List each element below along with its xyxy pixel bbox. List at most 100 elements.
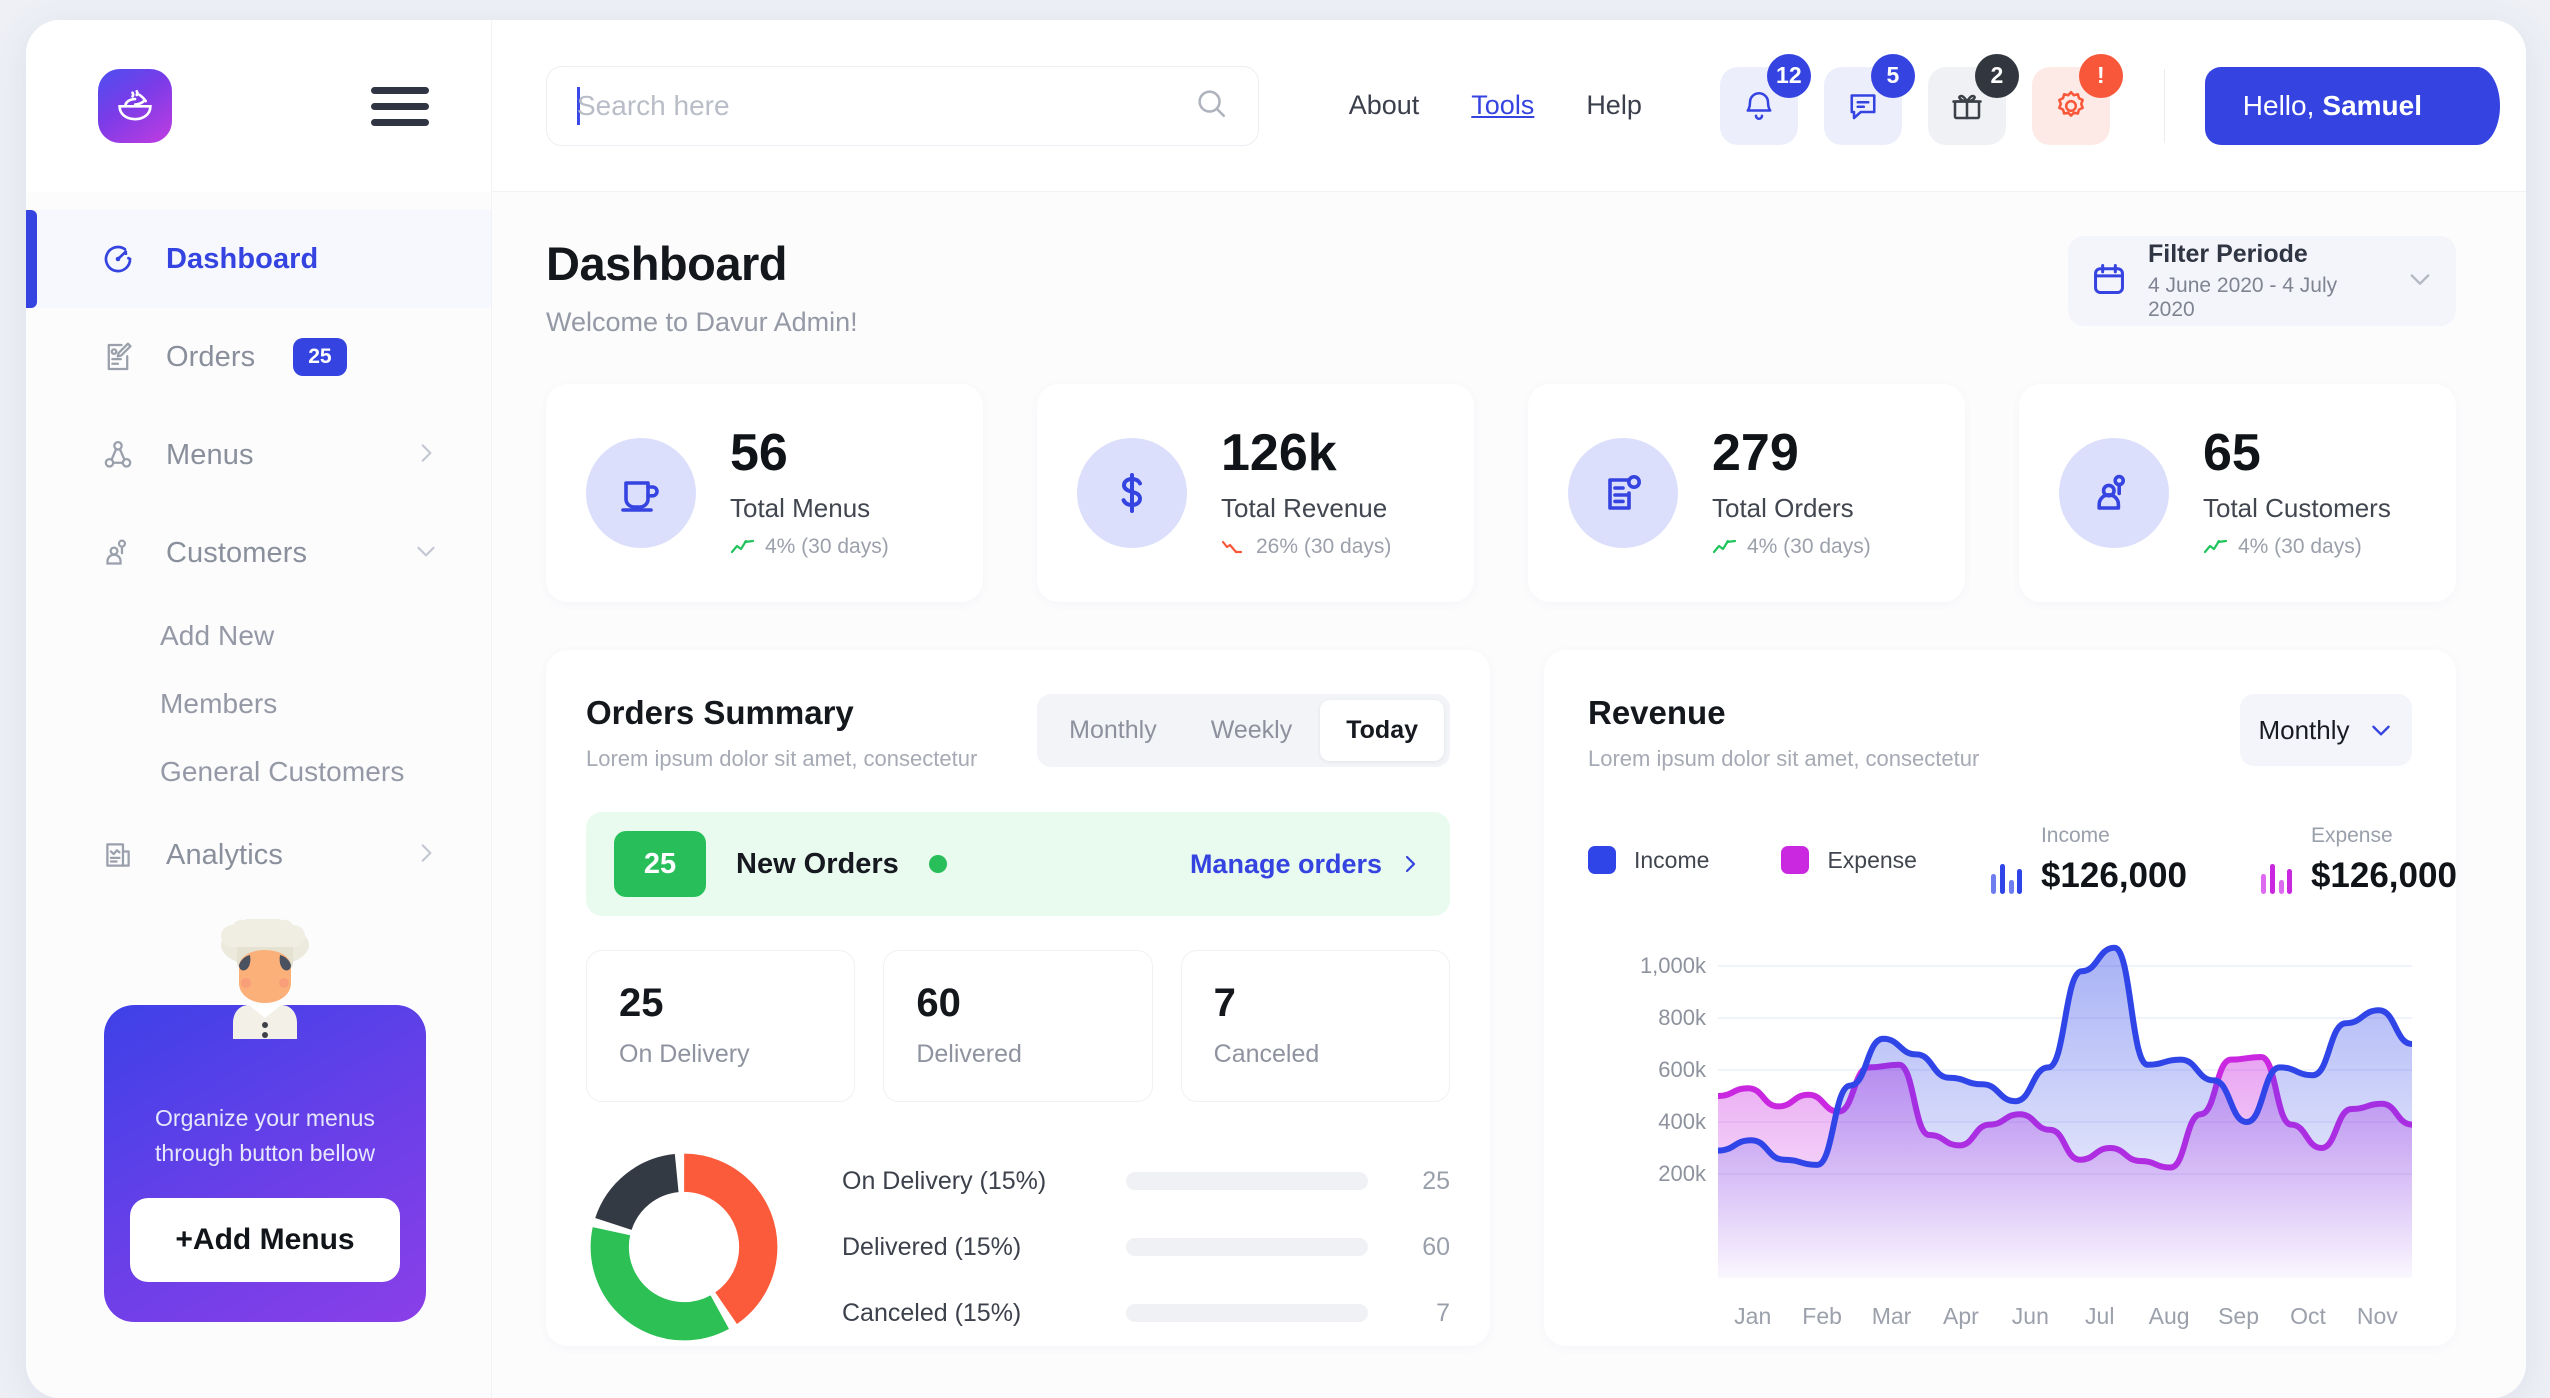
sidebar-subitem-label: General Customers xyxy=(160,756,405,787)
x-axis-tick: Feb xyxy=(1802,1303,1842,1329)
trend-up-icon xyxy=(1712,539,1737,554)
notifications-bell-icon[interactable]: 12 xyxy=(1719,53,1811,145)
sidebar-item-label: Menus xyxy=(166,438,254,471)
user-greeting-button[interactable]: Hello, Samuel xyxy=(2204,66,2501,145)
stat-label: Total Orders xyxy=(1712,493,1854,523)
sidebar-item-label: Dashboard xyxy=(166,242,319,275)
sidebar-item-dashboard[interactable]: Dashboard xyxy=(26,210,491,308)
orders-legend-list: On Delivery (15%) 25 Delivered (15%) 60 … xyxy=(842,1148,1450,1346)
legend-swatch xyxy=(1588,846,1616,874)
y-axis-tick: 600k xyxy=(1658,1057,1706,1082)
search-input[interactable] xyxy=(577,89,1194,122)
chevron-right-icon[interactable] xyxy=(413,440,439,471)
stat-label: Total Revenue xyxy=(1221,493,1388,523)
manage-orders-label: Manage orders xyxy=(1189,848,1382,879)
legend-expense: Expense xyxy=(1781,846,1917,874)
x-axis-tick: Nov xyxy=(2356,1303,2398,1329)
x-axis-tick: Mar xyxy=(1871,1303,1912,1329)
sidebar-item-customers[interactable]: Customers xyxy=(26,504,491,602)
stat-delta: 4% (30 days) xyxy=(2203,535,2391,559)
sidebar-item-menus[interactable]: Menus xyxy=(26,406,491,504)
content: Dashboard Welcome to Davur Admin! Filter… xyxy=(492,192,2526,1398)
promo-body: Organize your menus through button bello… xyxy=(104,1005,426,1322)
sidebar-subitem-members[interactable]: Members xyxy=(26,670,491,738)
orders-summary-subtitle: Lorem ipsum dolor sit amet, consectetur xyxy=(586,746,978,771)
sidebar-item-analytics[interactable]: Analytics xyxy=(26,806,491,904)
mini-stat-value: 7 xyxy=(1213,981,1236,1025)
kpi-value: $126,000 xyxy=(2040,856,2187,895)
stat-card-total-customers[interactable]: 65 Total Customers 4% (30 days) xyxy=(2019,384,2456,602)
gifts-icon[interactable]: 2 xyxy=(1927,53,2019,145)
nav-link-tools[interactable]: Tools xyxy=(1471,90,1534,121)
stat-card-total-menus[interactable]: 56 Total Menus 4% (30 days) xyxy=(546,384,983,602)
sidebar-item-label: Customers xyxy=(166,536,308,569)
messages-chat-icon[interactable]: 5 xyxy=(1823,53,1915,145)
filter-text: Filter Periode 4 June 2020 - 4 July 2020 xyxy=(2148,240,2386,322)
filter-periode-control[interactable]: Filter Periode 4 June 2020 - 4 July 2020 xyxy=(2068,236,2456,326)
stat-text: 126k Total Revenue 26% (30 days) xyxy=(1221,427,1391,559)
new-orders-banner: 25 New Orders Manage orders xyxy=(586,812,1450,916)
x-axis-tick: Sep xyxy=(2218,1303,2260,1329)
x-axis-tick: Jun xyxy=(2011,1303,2049,1329)
sidebar-subitem-general-customers[interactable]: General Customers xyxy=(26,738,491,806)
sidebar-header xyxy=(26,20,491,192)
filter-title: Filter Periode xyxy=(2148,240,2308,268)
bar-chart-icon xyxy=(2260,864,2292,894)
page-header: Dashboard Welcome to Davur Admin! Filter… xyxy=(546,236,2456,338)
topbar-divider xyxy=(2163,68,2165,143)
stat-label: Total Menus xyxy=(730,493,871,523)
user-icon xyxy=(2059,438,2169,548)
revenue-title: Revenue xyxy=(1588,694,1726,731)
stat-value: 65 xyxy=(2203,424,2261,482)
sidebar-subitem-label: Add New xyxy=(160,620,275,651)
cup-icon xyxy=(586,438,696,548)
topbar: About Tools Help 12 5 xyxy=(492,20,2526,192)
revenue-subtitle: Lorem ipsum dolor sit amet, consectetur xyxy=(1588,746,1980,771)
stat-label: Total Customers xyxy=(2203,493,2391,523)
user-name: Samuel xyxy=(2322,89,2422,121)
orders-summary-header: Orders Summary Lorem ipsum dolor sit ame… xyxy=(586,694,1450,772)
x-axis-tick: Aug xyxy=(2148,1303,2190,1329)
bowl-spoon-icon[interactable] xyxy=(98,69,172,143)
sidebar: Dashboard Orders 25 Menus Customers Add … xyxy=(26,20,492,1398)
revenue-titles: Revenue Lorem ipsum dolor sit amet, cons… xyxy=(1588,694,1979,772)
manage-orders-link[interactable]: Manage orders xyxy=(1190,849,1422,880)
nav-link-help[interactable]: Help xyxy=(1586,90,1642,121)
tab-weekly[interactable]: Weekly xyxy=(1185,700,1319,761)
page-subtitle: Welcome to Davur Admin! xyxy=(546,307,858,337)
promo-line-1: Organize your menus xyxy=(155,1105,375,1131)
hamburger-bar xyxy=(371,86,429,94)
add-menus-button[interactable]: +Add Menus xyxy=(130,1198,400,1282)
orders-badge: 25 xyxy=(293,338,347,376)
tab-today[interactable]: Today xyxy=(1320,700,1444,761)
x-axis-tick: Jan xyxy=(1734,1303,1772,1329)
stat-card-total-revenue[interactable]: 126k Total Revenue 26% (30 days) xyxy=(1037,384,1474,602)
chevron-down-icon[interactable] xyxy=(2406,265,2434,298)
y-axis-labels: 200k 400k 600k 800k 1,000k xyxy=(1588,926,1706,1266)
nav-link-about[interactable]: About xyxy=(1349,90,1420,121)
orders-mini-stats: 25 On Delivery 60 Delivered 7 Canceled xyxy=(586,950,1450,1102)
chevron-down-icon[interactable] xyxy=(413,538,439,569)
tab-monthly[interactable]: Monthly xyxy=(1043,700,1183,761)
search-icon[interactable] xyxy=(1194,86,1228,125)
hamburger-menu-icon[interactable] xyxy=(371,86,429,126)
settings-gear-icon[interactable]: ! xyxy=(2031,53,2123,145)
legend-row-canceled: Canceled (15%) 7 xyxy=(842,1280,1450,1346)
chevron-right-icon[interactable] xyxy=(413,840,439,871)
customers-icon xyxy=(98,533,138,573)
gifts-badge: 2 xyxy=(1974,53,2019,98)
menus-network-icon xyxy=(98,435,138,475)
top-nav-links: About Tools Help xyxy=(1349,90,1642,121)
stat-card-total-orders[interactable]: 279 Total Orders 4% (30 days) xyxy=(1528,384,1965,602)
search-bar[interactable] xyxy=(546,65,1259,146)
analytics-report-icon xyxy=(98,835,138,875)
sidebar-subitem-add-new[interactable]: Add New xyxy=(26,602,491,670)
status-dot-icon xyxy=(928,855,947,873)
kpi-value: $126,000 xyxy=(2310,856,2457,895)
legend-row-delivered: Delivered (15%) 60 xyxy=(842,1214,1450,1280)
chevron-down-icon xyxy=(2371,725,2390,736)
revenue-period-select[interactable]: Monthly xyxy=(2240,694,2412,766)
sidebar-item-orders[interactable]: Orders 25 xyxy=(26,308,491,406)
legend-label: Expense xyxy=(1827,846,1917,873)
revenue-header: Revenue Lorem ipsum dolor sit amet, cons… xyxy=(1588,694,2412,772)
